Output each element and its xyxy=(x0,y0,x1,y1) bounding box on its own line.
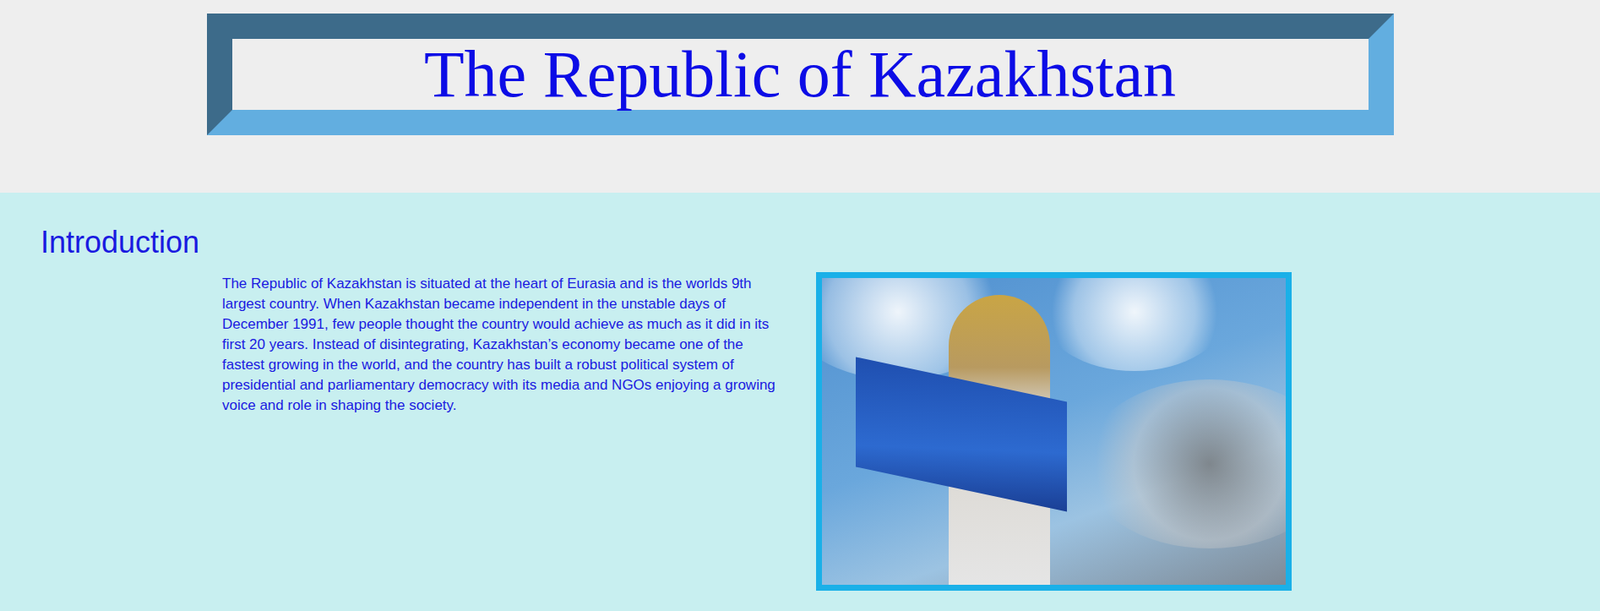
page-title: The Republic of Kazakhstan xyxy=(424,38,1176,110)
intro-paragraph: The Republic of Kazakhstan is situated a… xyxy=(222,273,786,416)
photo-frame xyxy=(816,272,1292,591)
title-frame: The Republic of Kazakhstan xyxy=(206,13,1394,136)
cloud xyxy=(1082,379,1286,549)
introduction-section: Introduction The Republic of Kazakhstan i… xyxy=(0,192,1600,611)
section-heading: Introduction xyxy=(40,224,1600,261)
cloud xyxy=(1041,277,1228,371)
intro-row: The Republic of Kazakhstan is situated a… xyxy=(222,272,1600,591)
header: The Republic of Kazakhstan xyxy=(0,0,1600,193)
page: The Republic of Kazakhstan Introduction Th… xyxy=(0,0,1600,611)
photo xyxy=(821,277,1286,585)
